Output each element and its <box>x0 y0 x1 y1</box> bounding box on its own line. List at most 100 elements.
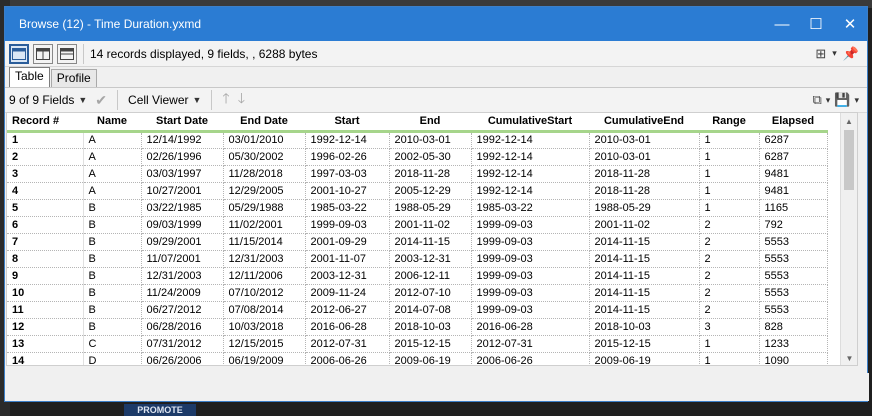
data-grid[interactable]: Record # Name Start Date End Date Start … <box>6 112 858 366</box>
table-cell[interactable]: 2009-06-19 <box>589 352 700 365</box>
minimize-button[interactable]: — <box>765 7 799 41</box>
record-number-cell[interactable]: 2 <box>7 148 84 166</box>
promote-button[interactable]: PROMOTE <box>124 404 196 416</box>
table-row[interactable]: 14 D 06/26/2006 06/19/2009 2006-06-26 2009-06… <box>7 352 828 365</box>
column-header[interactable]: Elapsed <box>759 113 827 133</box>
table-cell[interactable]: 1165 <box>759 199 828 217</box>
record-number-cell[interactable]: 13 <box>7 335 84 353</box>
record-number-cell[interactable]: 14 <box>7 352 84 365</box>
table-cell[interactable]: 12/31/2003 <box>223 250 306 268</box>
table-cell[interactable]: B <box>83 233 142 251</box>
title-bar[interactable]: Browse (12) - Time Duration.yxmd — ☐ ✕ <box>5 7 867 41</box>
table-cell[interactable]: 10/27/2001 <box>141 182 224 200</box>
table-cell[interactable]: 1992-12-14 <box>471 131 590 149</box>
record-number-cell[interactable]: 4 <box>7 182 84 200</box>
table-cell[interactable]: 2014-11-15 <box>589 233 700 251</box>
table-cell[interactable]: 2014-11-15 <box>389 233 472 251</box>
table-cell[interactable]: 2012-07-31 <box>305 335 390 353</box>
table-cell[interactable]: 11/15/2014 <box>223 233 306 251</box>
chevron-down-icon[interactable]: ▾ <box>832 48 837 59</box>
table-cell[interactable]: 2018-11-28 <box>589 182 700 200</box>
table-cell[interactable]: 1992-12-14 <box>471 148 590 166</box>
table-cell[interactable]: 2006-06-26 <box>471 352 590 365</box>
table-cell[interactable]: 828 <box>759 318 828 336</box>
table-cell[interactable]: 5553 <box>759 284 828 302</box>
table-cell[interactable]: 03/22/1985 <box>141 199 224 217</box>
copy-icon[interactable]: ⧉ <box>812 92 821 108</box>
record-number-cell[interactable]: 7 <box>7 233 84 251</box>
table-cell[interactable]: 2012-06-27 <box>305 301 390 319</box>
table-cell[interactable]: 11/07/2001 <box>141 250 224 268</box>
chevron-down-icon[interactable]: ▾ <box>826 95 831 106</box>
table-cell[interactable]: 2014-11-15 <box>589 284 700 302</box>
tab-profile[interactable]: Profile <box>50 69 97 87</box>
table-cell[interactable]: A <box>83 148 142 166</box>
table-cell[interactable]: 2006-06-26 <box>305 352 390 365</box>
table-cell[interactable]: 2009-06-19 <box>389 352 472 365</box>
record-number-cell[interactable]: 8 <box>7 250 84 268</box>
side-by-side-view-button[interactable] <box>33 43 53 64</box>
table-cell[interactable]: 2014-11-15 <box>589 267 700 285</box>
column-header[interactable]: Range <box>699 113 759 133</box>
table-cell[interactable]: B <box>83 216 142 234</box>
chevron-down-icon[interactable]: ▾ <box>854 95 859 106</box>
arrow-down-icon[interactable]: 🡓 <box>234 88 249 112</box>
table-cell[interactable]: 1 <box>699 131 760 149</box>
vertical-scrollbar[interactable]: ▲ ▼ <box>840 113 857 365</box>
table-cell[interactable]: 1999-09-03 <box>471 233 590 251</box>
table-cell[interactable]: 12/11/2006 <box>223 267 306 285</box>
table-cell[interactable]: 07/08/2014 <box>223 301 306 319</box>
table-cell[interactable]: 06/28/2016 <box>141 318 224 336</box>
table-cell[interactable]: 5553 <box>759 250 828 268</box>
table-cell[interactable]: 07/31/2012 <box>141 335 224 353</box>
table-cell[interactable]: 2 <box>699 216 760 234</box>
table-cell[interactable]: 1 <box>699 352 760 365</box>
table-cell[interactable]: 2018-11-28 <box>389 165 472 183</box>
table-cell[interactable]: B <box>83 199 142 217</box>
table-cell[interactable]: 09/03/1999 <box>141 216 224 234</box>
column-header[interactable]: Start <box>305 113 389 133</box>
table-cell[interactable]: 2018-11-28 <box>589 165 700 183</box>
table-cell[interactable]: 1999-09-03 <box>471 301 590 319</box>
table-row[interactable]: 11 B 06/27/2012 07/08/2014 2012-06-27 2014-07… <box>7 301 828 319</box>
table-cell[interactable]: 2 <box>699 284 760 302</box>
table-cell[interactable]: 9481 <box>759 182 828 200</box>
table-cell[interactable]: 1233 <box>759 335 828 353</box>
table-row[interactable]: 12 B 06/28/2016 10/03/2018 2016-06-28 2018-10… <box>7 318 828 336</box>
table-cell[interactable]: 1985-03-22 <box>471 199 590 217</box>
record-number-cell[interactable]: 10 <box>7 284 84 302</box>
table-cell[interactable]: 792 <box>759 216 828 234</box>
record-number-cell[interactable]: 12 <box>7 318 84 336</box>
table-row[interactable]: 5 B 03/22/1985 05/29/1988 1985-03-22 1988-05-… <box>7 199 828 217</box>
fields-selector[interactable]: 9 of 9 Fields ▼ <box>5 93 91 107</box>
table-cell[interactable]: 2010-03-01 <box>389 131 472 149</box>
table-cell[interactable]: 1992-12-14 <box>471 165 590 183</box>
table-cell[interactable]: 10/03/2018 <box>223 318 306 336</box>
table-cell[interactable]: 07/10/2012 <box>223 284 306 302</box>
table-cell[interactable]: A <box>83 182 142 200</box>
table-cell[interactable]: 2001-11-02 <box>589 216 700 234</box>
table-cell[interactable]: A <box>83 165 142 183</box>
table-cell[interactable]: 2 <box>699 267 760 285</box>
table-cell[interactable]: 1999-09-03 <box>471 250 590 268</box>
table-cell[interactable]: 1 <box>699 165 760 183</box>
table-cell[interactable]: 1 <box>699 199 760 217</box>
table-cell[interactable]: 2005-12-29 <box>389 182 472 200</box>
table-cell[interactable]: 2002-05-30 <box>389 148 472 166</box>
checkmark-icon[interactable]: ✔ <box>91 92 111 109</box>
table-cell[interactable]: B <box>83 284 142 302</box>
table-cell[interactable]: 2010-03-01 <box>589 131 700 149</box>
table-cell[interactable]: 5553 <box>759 301 828 319</box>
table-cell[interactable]: 3 <box>699 318 760 336</box>
table-cell[interactable]: 2014-07-08 <box>389 301 472 319</box>
table-cell[interactable]: 1992-12-14 <box>471 182 590 200</box>
record-number-cell[interactable]: 11 <box>7 301 84 319</box>
column-header[interactable]: Record # <box>7 113 83 133</box>
table-cell[interactable]: 1985-03-22 <box>305 199 390 217</box>
table-cell[interactable]: 06/26/2006 <box>141 352 224 365</box>
table-row[interactable]: 2 A 02/26/1996 05/30/2002 1996-02-26 2002-05-… <box>7 148 828 166</box>
table-cell[interactable]: 06/27/2012 <box>141 301 224 319</box>
table-cell[interactable]: 12/29/2005 <box>223 182 306 200</box>
table-cell[interactable]: 1992-12-14 <box>305 131 390 149</box>
record-number-cell[interactable]: 9 <box>7 267 84 285</box>
